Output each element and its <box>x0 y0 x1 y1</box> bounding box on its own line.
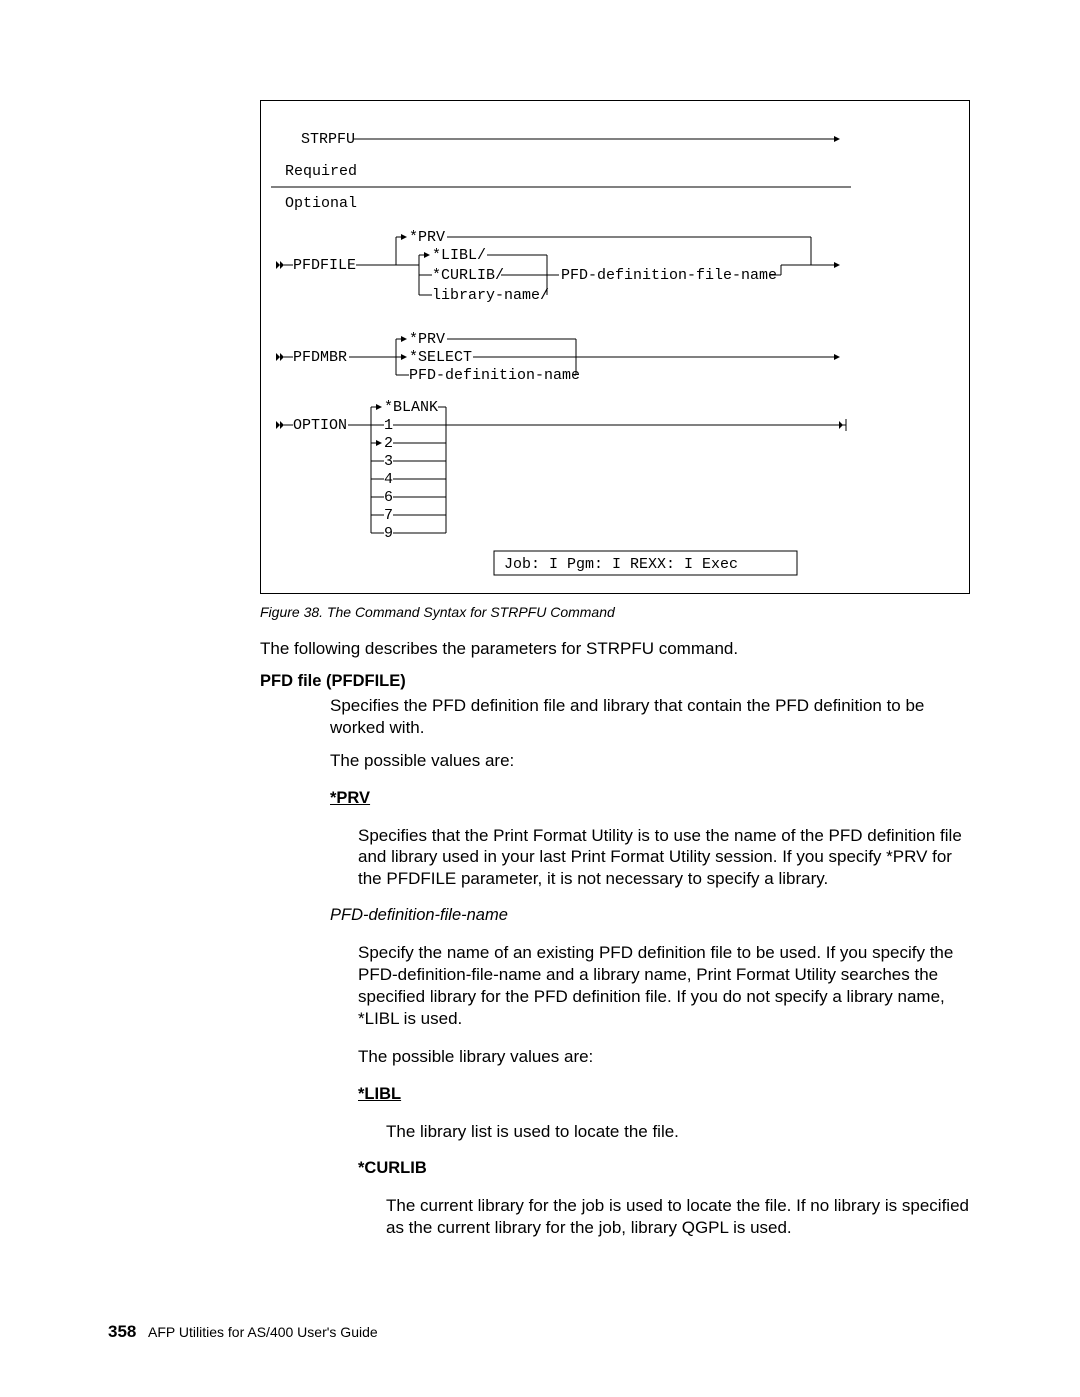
pfdfile-group: PFDFILE *PRV *LIBL/ *CURLIB/ <box>276 229 839 304</box>
curlib-desc: The current library for the job is used … <box>386 1195 970 1239</box>
intro-text: The following describes the parameters f… <box>260 638 970 660</box>
libl-desc: The library list is used to locate the f… <box>386 1121 970 1143</box>
possible-lib-text: The possible library values are: <box>358 1046 970 1068</box>
svg-text:OPTION: OPTION <box>293 417 347 434</box>
prv-heading: *PRV <box>330 789 970 808</box>
syntax-svg: STRPFU Required Optional PFDFILE *PRV <box>271 115 851 579</box>
cmd-name: STRPFU <box>301 131 355 148</box>
job-box-text: Job: I Pgm: I REXX: I Exec <box>504 556 738 573</box>
option-group: OPTION *BLANK 1 2 3 4 <box>276 399 846 542</box>
possible-values-text: The possible values are: <box>330 750 970 772</box>
svg-text:4: 4 <box>384 471 393 488</box>
svg-text:9: 9 <box>384 525 393 542</box>
pfdfile-heading: PFD file (PFDFILE) <box>260 672 970 691</box>
curlib-heading: *CURLIB <box>358 1159 970 1178</box>
footer-title: AFP Utilities for AS/400 User's Guide <box>148 1324 378 1340</box>
svg-text:7: 7 <box>384 507 393 524</box>
svg-text:*PRV: *PRV <box>409 331 445 348</box>
svg-text:PFDMBR: PFDMBR <box>293 349 347 366</box>
svg-text:library-name/: library-name/ <box>432 287 549 304</box>
svg-text:*CURLIB/: *CURLIB/ <box>432 267 504 284</box>
optional-label: Optional <box>285 195 357 212</box>
svg-text:2: 2 <box>384 435 393 452</box>
required-label: Required <box>285 163 357 180</box>
svg-text:PFDFILE: PFDFILE <box>293 257 356 274</box>
svg-text:PFD-definition-file-name: PFD-definition-file-name <box>561 267 777 284</box>
prv-desc: Specifies that the Print Format Utility … <box>358 825 970 890</box>
page-footer: 358 AFP Utilities for AS/400 User's Guid… <box>108 1322 378 1342</box>
svg-text:PFD-definition-name: PFD-definition-name <box>409 367 580 384</box>
svg-text:*SELECT: *SELECT <box>409 349 472 366</box>
pfdfile-desc: Specifies the PFD definition file and li… <box>330 695 970 739</box>
libl-heading: *LIBL <box>358 1085 970 1104</box>
page-number: 358 <box>108 1322 136 1341</box>
syntax-diagram: STRPFU Required Optional PFDFILE *PRV <box>260 100 970 594</box>
svg-text:*LIBL/: *LIBL/ <box>432 247 486 264</box>
svg-text:*PRV: *PRV <box>409 229 445 246</box>
svg-text:1: 1 <box>384 417 393 434</box>
figure-caption: Figure 38. The Command Syntax for STRPFU… <box>260 604 970 620</box>
svg-text:3: 3 <box>384 453 393 470</box>
defname-heading: PFD-definition-file-name <box>330 906 970 925</box>
svg-text:*BLANK: *BLANK <box>384 399 438 416</box>
svg-text:6: 6 <box>384 489 393 506</box>
defname-desc: Specify the name of an existing PFD defi… <box>358 942 970 1029</box>
pfdmbr-group: PFDMBR *PRV *SELECT PFD-definition-name <box>276 331 839 384</box>
